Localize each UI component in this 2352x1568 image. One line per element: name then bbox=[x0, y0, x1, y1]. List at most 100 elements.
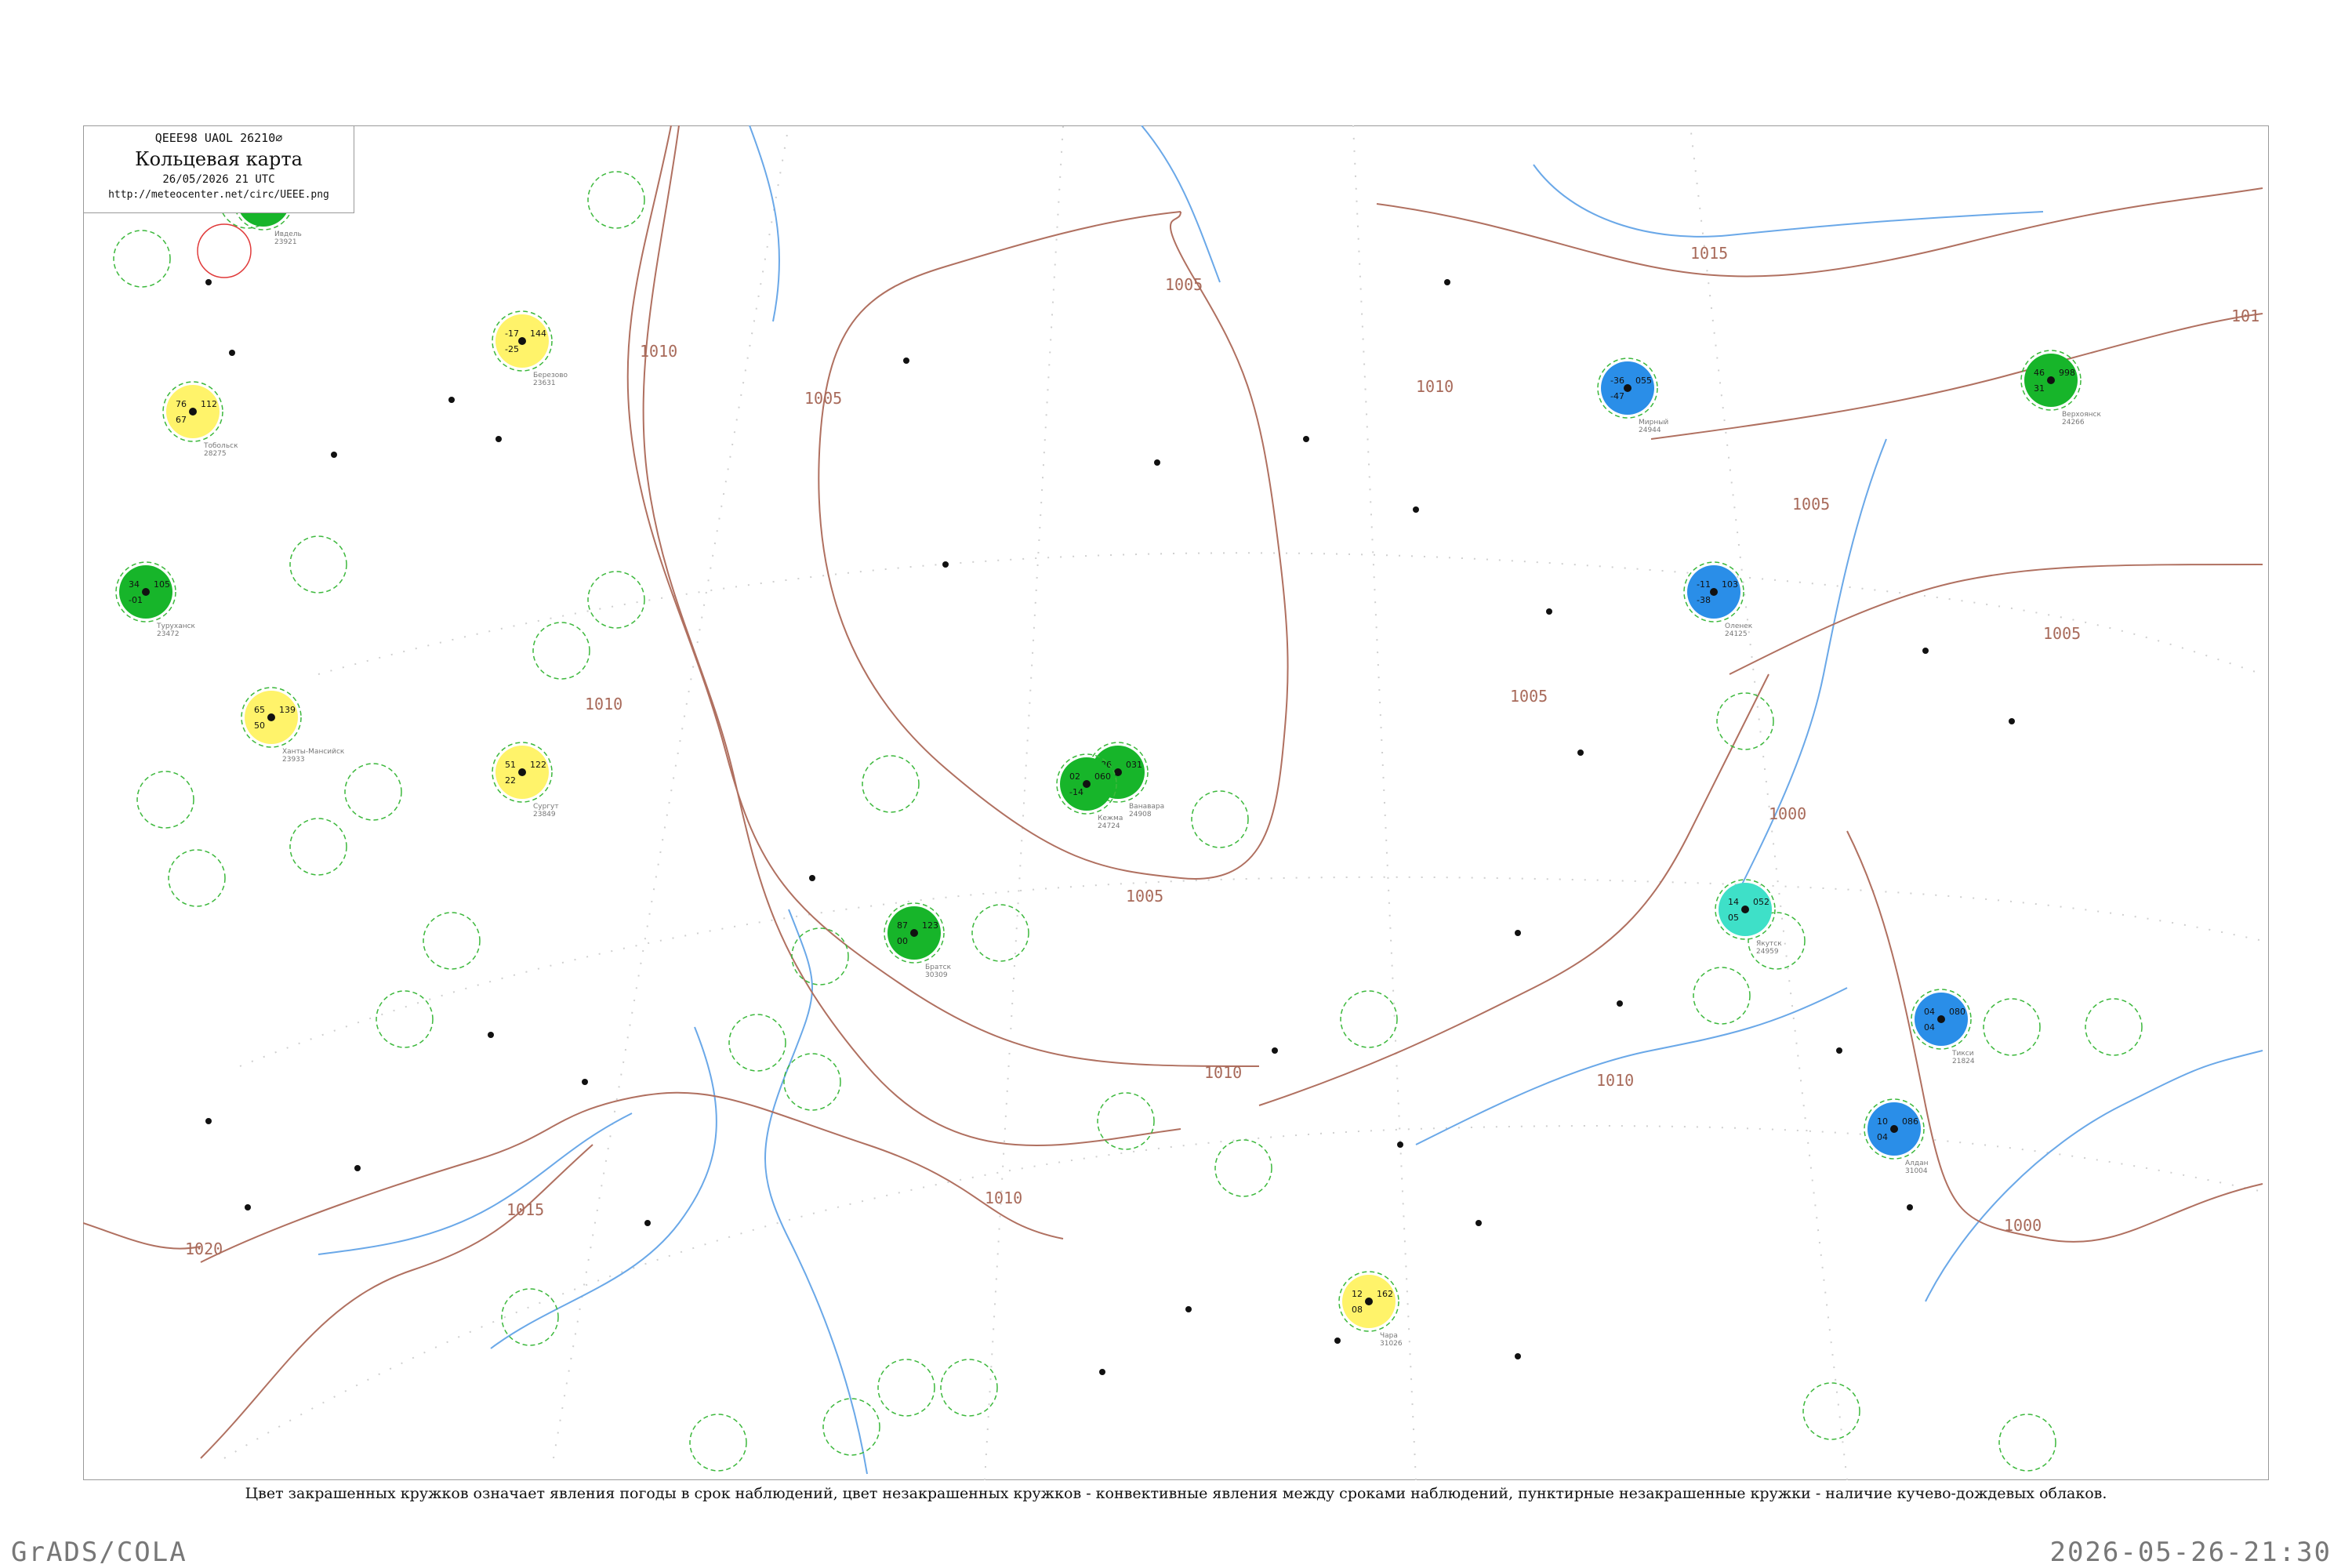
station-name: Братск bbox=[925, 964, 952, 971]
pressure-label: 162 bbox=[1377, 1289, 1393, 1299]
station-index: 24944 bbox=[1639, 426, 1661, 434]
station-index: 24125 bbox=[1725, 630, 1748, 638]
station-21824: 04 04 080 Тикси21824 bbox=[1911, 989, 1975, 1065]
isobar-label-1005-b: 1005 bbox=[804, 389, 842, 408]
isobar-1010-east bbox=[1258, 673, 1769, 1106]
synoptic-map: 1005 1010 1015 1020 10 00 101 1005 1010 1… bbox=[83, 125, 2263, 1480]
isobar-label-1005: 1005 bbox=[1165, 275, 1203, 294]
isobar-label-1010-c: 1010 bbox=[585, 695, 622, 713]
pressure-label: 139 bbox=[279, 705, 296, 715]
station-index: 31026 bbox=[1380, 1340, 1403, 1348]
temperature-label: -11 bbox=[1697, 579, 1711, 590]
station-index: 24959 bbox=[1756, 948, 1779, 956]
temperature-label: 12 bbox=[1352, 1289, 1363, 1299]
station-dot bbox=[518, 337, 526, 345]
station-24944: -36 -47 055 Мирный24944 bbox=[1597, 358, 1668, 434]
station-dot bbox=[1890, 1125, 1898, 1133]
temperature-label: 10 bbox=[1877, 1116, 1888, 1127]
temperature-label: 02 bbox=[1069, 771, 1080, 782]
isobars bbox=[83, 125, 2263, 1459]
temperature-label: 87 bbox=[897, 920, 908, 931]
legend-title: Кольцевая карта bbox=[135, 148, 303, 170]
station-dot bbox=[1114, 768, 1122, 776]
dewpoint-label: -14 bbox=[1069, 787, 1083, 797]
legend-url[interactable]: http://meteocenter.net/circ/UEEE.png bbox=[84, 189, 354, 201]
temperature-label: -17 bbox=[505, 328, 519, 339]
rivers bbox=[318, 125, 2263, 1475]
station-24959: 14 05 052 Якутск24959 bbox=[1715, 879, 1782, 956]
isobar-label-1005-e: 1005 bbox=[1126, 887, 1163, 906]
temperature-label: -36 bbox=[1610, 376, 1624, 386]
isobar-1005-east bbox=[1729, 564, 2263, 675]
station-index: 30309 bbox=[925, 971, 948, 979]
station-dot bbox=[1365, 1298, 1373, 1305]
station-dot bbox=[1741, 906, 1749, 913]
station-dot bbox=[910, 929, 918, 937]
isobar-label-101: 101 bbox=[2231, 307, 2259, 325]
station-index: 24908 bbox=[1129, 811, 1152, 818]
station-24125: -11 -38 103 Оленек24125 bbox=[1683, 561, 1753, 638]
isobar-label-1010-b: 1010 bbox=[1416, 377, 1454, 396]
legend-date: 26/05/2026 21 UTC bbox=[162, 173, 275, 186]
dewpoint-label: 31 bbox=[2034, 383, 2045, 394]
station-dot bbox=[189, 408, 197, 416]
station-name: Якутск bbox=[1756, 940, 1782, 948]
station-28275: 76 67 112 Тобольск28275 bbox=[162, 381, 238, 458]
station-name: Ханты-Мансийск bbox=[282, 748, 345, 756]
station-name: Тикси bbox=[1951, 1050, 1974, 1058]
pressure-label: 086 bbox=[1902, 1116, 1918, 1127]
footer-timestamp: 2026-05-26-21:30 bbox=[2049, 1537, 2332, 1568]
footer-software: GrADS/COLA bbox=[11, 1537, 187, 1568]
dewpoint-label: 05 bbox=[1728, 913, 1739, 923]
dewpoint-label: 04 bbox=[1924, 1022, 1935, 1033]
dewpoint-label: -47 bbox=[1610, 391, 1624, 401]
pressure-label: 031 bbox=[1126, 760, 1142, 770]
pressure-label: 112 bbox=[201, 399, 217, 409]
isobar-label-1015: 1015 bbox=[1690, 244, 1728, 263]
isobar-1015 bbox=[200, 1144, 593, 1459]
station-31004: 10 04 086 Алдан31004 bbox=[1864, 1098, 1929, 1175]
station-23472: 34 -01 105 Туруханск23472 bbox=[115, 561, 196, 638]
dewpoint-label: 08 bbox=[1352, 1305, 1363, 1315]
station-dot bbox=[1083, 780, 1091, 788]
pressure-label: 122 bbox=[530, 760, 546, 770]
station-23849: 51 22 122 Сургут23849 bbox=[492, 742, 559, 818]
isobar-labels: 1005 1010 1015 1020 10 00 101 1005 1010 1… bbox=[185, 244, 2259, 1258]
dewpoint-label: 00 bbox=[897, 936, 908, 946]
map-caption: Цвет закрашенных кружков означает явлени… bbox=[245, 1485, 2107, 1502]
station-index: 23933 bbox=[282, 756, 305, 764]
station-name: Мирный bbox=[1639, 419, 1668, 426]
pressure-label: 060 bbox=[1094, 771, 1111, 782]
station-dot bbox=[518, 768, 526, 776]
isobar-label-1020: 1020 bbox=[185, 1240, 223, 1258]
dewpoint-label: -01 bbox=[129, 595, 143, 605]
isobar-label-1005-c: 1005 bbox=[1792, 495, 1830, 514]
station-index: 24724 bbox=[1098, 822, 1120, 830]
station-name: Березово bbox=[533, 372, 568, 379]
station-index: 21824 bbox=[1952, 1058, 1975, 1065]
temperature-label: 14 bbox=[1728, 897, 1739, 907]
station-name: Сургут bbox=[533, 803, 559, 811]
station-index: 31004 bbox=[1905, 1167, 1928, 1175]
temperature-label: 46 bbox=[2034, 368, 2045, 378]
station-dot bbox=[267, 713, 275, 721]
station-name: Тобольск bbox=[203, 442, 238, 450]
station-23631: -17 -25 144 Березово23631 bbox=[492, 310, 568, 387]
station-name: Ивдель bbox=[274, 230, 302, 238]
pressure-label: 998 bbox=[2059, 368, 2075, 378]
isobar-1020 bbox=[83, 1222, 201, 1250]
thunder-circles bbox=[197, 223, 252, 278]
station-name: Алдан bbox=[1905, 1160, 1929, 1167]
station-name: Кежма bbox=[1098, 815, 1123, 822]
station-dot bbox=[142, 588, 150, 596]
isobar-label-1010-d: 1010 bbox=[1204, 1063, 1242, 1082]
station-name: Оленек bbox=[1725, 622, 1753, 630]
station-index: 23921 bbox=[274, 238, 297, 246]
isobar-label-1005-d: 1005 bbox=[2043, 624, 2081, 643]
isobar-1000 bbox=[1846, 830, 2263, 1243]
dewpoint-label: -25 bbox=[505, 344, 519, 354]
station-dot bbox=[2047, 376, 2055, 384]
isobar-1005-ring bbox=[818, 211, 1289, 880]
isobar-label-1010: 1010 bbox=[640, 342, 677, 361]
stations-layer: 1005141Ивдель23921-17-25144Березово23631… bbox=[115, 169, 2102, 1348]
